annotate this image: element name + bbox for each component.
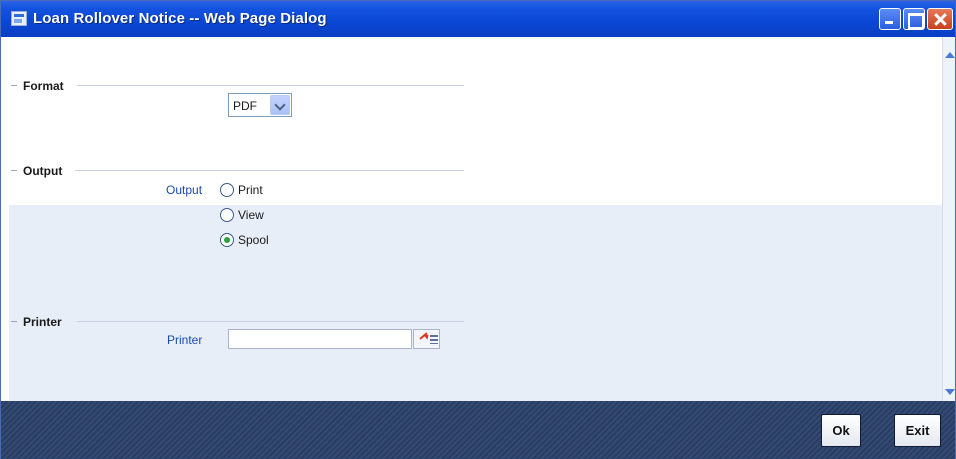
dialog-footer: Ok Exit xyxy=(1,401,955,459)
close-button[interactable] xyxy=(927,8,953,30)
output-section-divider xyxy=(75,170,464,171)
scroll-up-arrow-icon[interactable] xyxy=(944,49,955,63)
format-section-divider xyxy=(77,85,464,86)
exit-button[interactable]: Exit xyxy=(894,414,941,447)
format-select[interactable]: PDF xyxy=(228,93,292,117)
list-icon xyxy=(430,335,438,344)
output-section-tick xyxy=(11,170,17,171)
view-radio[interactable] xyxy=(220,208,234,222)
format-select-value: PDF xyxy=(233,99,257,113)
window-title: Loan Rollover Notice -- Web Page Dialog xyxy=(33,10,327,27)
printer-section-title: Printer xyxy=(23,315,62,329)
scroll-down-arrow-icon[interactable] xyxy=(944,385,955,399)
title-bar[interactable]: Loan Rollover Notice -- Web Page Dialog xyxy=(1,1,955,37)
chevron-down-icon[interactable] xyxy=(270,95,290,115)
printer-input[interactable] xyxy=(228,329,412,349)
lower-panel xyxy=(9,205,942,401)
vertical-scrollbar[interactable] xyxy=(942,37,955,401)
app-icon xyxy=(11,11,27,26)
print-radio[interactable] xyxy=(220,183,234,197)
format-section-tick xyxy=(11,85,17,86)
spool-radio-label[interactable]: Spool xyxy=(238,233,269,247)
output-field-label: Output xyxy=(166,183,203,197)
ok-button[interactable]: Ok xyxy=(821,414,861,447)
maximize-button[interactable] xyxy=(903,8,925,30)
printer-section-tick xyxy=(11,321,17,322)
printer-section-divider xyxy=(77,321,464,322)
print-radio-label[interactable]: Print xyxy=(238,183,263,197)
dialog-window: Loan Rollover Notice -- Web Page Dialog … xyxy=(0,0,956,459)
view-radio-label[interactable]: View xyxy=(238,208,264,222)
printer-field-label: Printer xyxy=(167,333,203,347)
format-section-title: Format xyxy=(23,79,64,93)
spool-radio[interactable] xyxy=(220,233,234,247)
output-section-title: Output xyxy=(23,164,63,178)
dialog-content: Format PDF Output Output Print View Spoo… xyxy=(9,37,942,401)
printer-lookup-button[interactable] xyxy=(413,329,440,349)
minimize-button[interactable] xyxy=(879,8,901,30)
